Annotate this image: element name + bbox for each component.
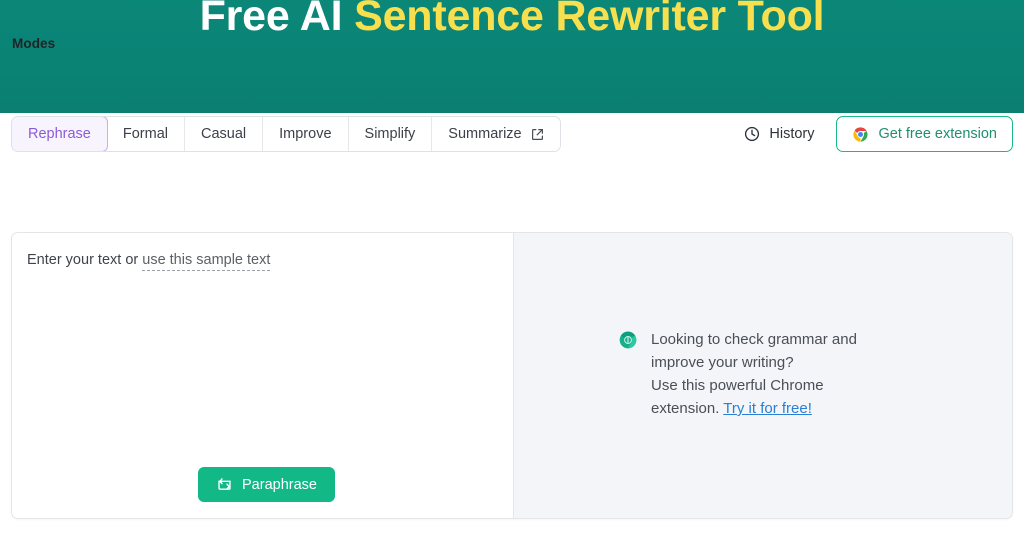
promo-line-1: Looking to check grammar and bbox=[651, 331, 857, 348]
text-input-area[interactable]: Enter your text or use this sample text … bbox=[12, 233, 514, 518]
promo-line-2: improve your writing? bbox=[651, 354, 794, 371]
tab-simplify-label: Simplify bbox=[364, 126, 416, 142]
clock-icon bbox=[744, 126, 760, 142]
mode-tab-group: Rephrase Formal Casual Improve Simplify … bbox=[11, 116, 561, 152]
promo-line-3: Use this powerful Chrome bbox=[651, 377, 824, 394]
use-sample-text-link[interactable]: use this sample text bbox=[142, 252, 271, 271]
tab-summarize-label: Summarize bbox=[448, 126, 522, 142]
site-header: Free AI Sentence Rewriter Tool bbox=[0, 0, 1024, 113]
paraphrase-button[interactable]: Paraphrase bbox=[198, 467, 335, 502]
editor-prompt: Enter your text or use this sample text bbox=[27, 252, 271, 271]
editor-prompt-prefix: Enter your text or bbox=[27, 252, 143, 268]
get-free-extension-label: Get free extension bbox=[878, 126, 998, 142]
history-button[interactable]: History bbox=[744, 126, 815, 142]
external-link-icon bbox=[531, 128, 544, 141]
tab-casual[interactable]: Casual bbox=[185, 117, 264, 151]
promo-line-4-prefix: extension. bbox=[651, 400, 724, 417]
tab-casual-label: Casual bbox=[201, 126, 247, 142]
tab-summarize[interactable]: Summarize bbox=[432, 117, 560, 151]
tab-rephrase-label: Rephrase bbox=[28, 126, 91, 142]
tab-formal-label: Formal bbox=[122, 126, 168, 142]
page-title-accent: Sentence Rewriter Tool bbox=[354, 0, 825, 40]
tab-formal[interactable]: Formal bbox=[106, 117, 185, 151]
chrome-green-icon bbox=[618, 330, 638, 350]
paraphrase-label: Paraphrase bbox=[242, 476, 317, 493]
repeat-icon bbox=[216, 476, 233, 493]
editor-panel: Enter your text or use this sample text … bbox=[11, 232, 1013, 519]
tab-simplify[interactable]: Simplify bbox=[348, 117, 433, 151]
modes-label: Modes bbox=[12, 36, 56, 51]
page-title-primary: Free AI bbox=[199, 0, 355, 40]
history-label: History bbox=[769, 126, 815, 142]
get-free-extension-button[interactable]: Get free extension bbox=[835, 116, 1013, 152]
toolbar-right: History Get free extension bbox=[744, 116, 1013, 152]
tab-rephrase[interactable]: Rephrase bbox=[11, 117, 108, 151]
try-it-for-free-link[interactable]: Try it for free! bbox=[723, 400, 812, 417]
extension-promo: Looking to check grammar and improve you… bbox=[618, 328, 857, 420]
tab-improve-label: Improve bbox=[279, 126, 332, 142]
extension-promo-text: Looking to check grammar and improve you… bbox=[651, 328, 857, 420]
chrome-icon bbox=[852, 126, 869, 143]
output-panel: Looking to check grammar and improve you… bbox=[514, 233, 1012, 518]
page-title: Free AI Sentence Rewriter Tool bbox=[0, 0, 1024, 42]
tab-improve[interactable]: Improve bbox=[263, 117, 349, 151]
